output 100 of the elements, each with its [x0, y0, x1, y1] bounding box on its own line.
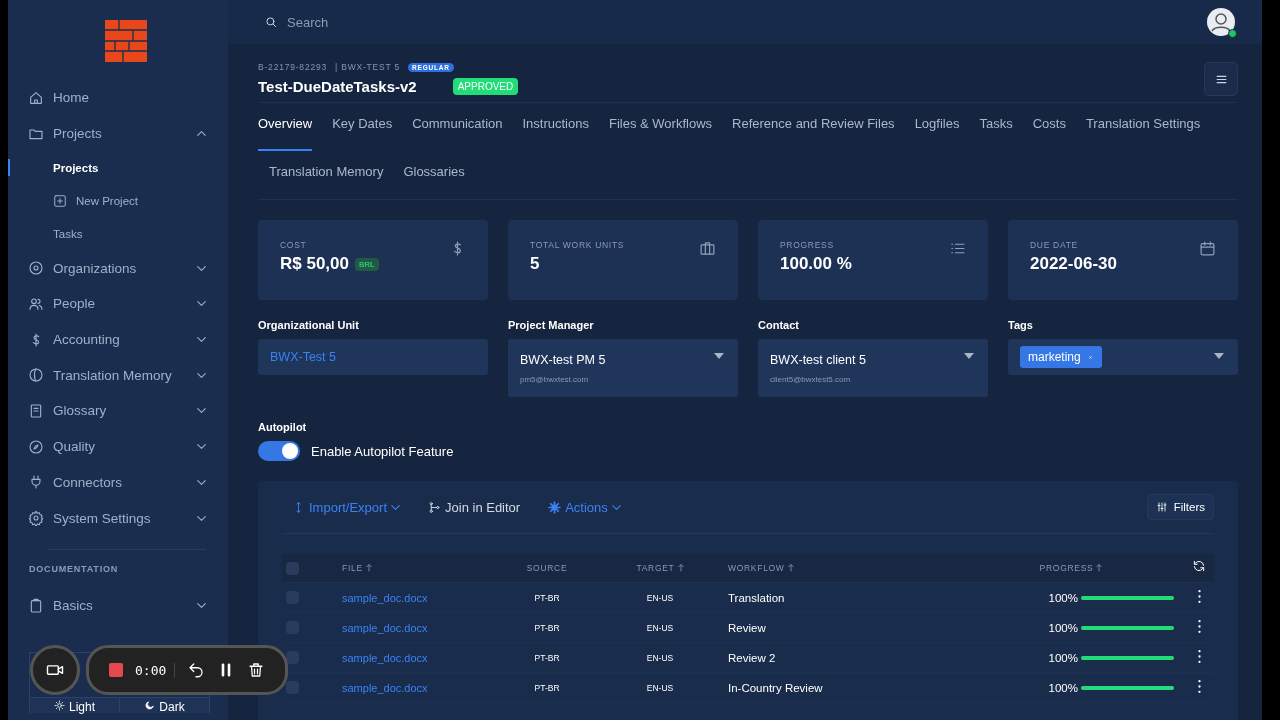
- table-cell-text: EN-US: [645, 592, 675, 603]
- progress-text: 100%: [1048, 651, 1078, 664]
- checkbox[interactable]: [286, 561, 299, 575]
- column-header[interactable]: TARGET: [592, 563, 728, 573]
- avatar-icon[interactable]: [1206, 7, 1236, 37]
- more-icon[interactable]: [1197, 619, 1201, 633]
- toolbar-button[interactable]: Join in Editor: [428, 499, 521, 515]
- theme-button[interactable]: Dark: [119, 696, 209, 713]
- organization-name: | BWX-TEST 5: [335, 62, 401, 72]
- tab[interactable]: Files & Workflows: [609, 103, 713, 151]
- status-badge: APPROVED: [452, 78, 519, 95]
- sidebar-item[interactable]: Projects: [8, 115, 228, 152]
- sidebar-item[interactable]: Quality: [8, 428, 228, 465]
- undo-button[interactable]: [187, 661, 206, 679]
- field-label: Contact: [758, 319, 800, 331]
- caret-icon: [714, 353, 724, 359]
- undo-icon: [187, 661, 206, 679]
- home-icon: [28, 89, 44, 106]
- checkbox[interactable]: [286, 651, 299, 664]
- progress-text: 100%: [1048, 681, 1078, 694]
- project-title: Test-DueDateTasks-v2: [258, 78, 417, 95]
- select-field[interactable]: BWX-test PM 5 pm5@bwxtest.com: [508, 339, 738, 397]
- org-unit-field[interactable]: BWX-Test 5: [258, 339, 488, 375]
- stat-label: PROGRESS: [780, 240, 835, 250]
- tab[interactable]: Logfiles: [914, 103, 960, 151]
- more-icon[interactable]: [1197, 679, 1201, 693]
- calendar-icon: [1199, 240, 1216, 257]
- tab[interactable]: Communication: [412, 103, 503, 151]
- compass-icon: [28, 438, 44, 455]
- more-icon[interactable]: [1197, 649, 1201, 663]
- select-field[interactable]: BWX-test client 5 client5@bwxtest5.com: [758, 339, 988, 397]
- delete-button[interactable]: [247, 661, 266, 679]
- table-cell-text: PT-BR: [533, 682, 561, 693]
- currency-badge: BRL: [355, 257, 379, 271]
- search-field[interactable]: Search: [287, 14, 564, 30]
- tags-field[interactable]: marketing: [1008, 339, 1238, 375]
- logo-icon: [105, 20, 147, 62]
- book-icon: [28, 402, 44, 419]
- remove-icon: [1086, 353, 1094, 361]
- column-header[interactable]: PROGRESS: [958, 563, 1184, 573]
- tab[interactable]: Key Dates: [332, 103, 393, 151]
- sidebar-item[interactable]: Basics: [8, 587, 228, 624]
- refresh-icon: [1192, 559, 1206, 573]
- column-header[interactable]: SOURCE: [502, 563, 592, 573]
- file-link[interactable]: sample_doc.docx: [342, 681, 502, 694]
- sidebar-item[interactable]: Organizations: [8, 250, 228, 287]
- tab[interactable]: Reference and Review Files: [732, 103, 895, 151]
- tab[interactable]: Translation Settings: [1085, 103, 1201, 151]
- target-icon: [28, 260, 44, 277]
- column-header[interactable]: FILE: [342, 563, 502, 573]
- sidebar-item[interactable]: Glossary: [8, 393, 228, 429]
- sidebar-item[interactable]: People: [8, 286, 228, 322]
- toggle-label: Enable Autopilot Feature: [311, 443, 454, 459]
- file-link[interactable]: sample_doc.docx: [342, 621, 502, 634]
- table-cell-text: In-Country Review: [728, 681, 824, 694]
- caret-icon: [964, 353, 974, 359]
- stat-label: COST: [280, 240, 308, 250]
- tab[interactable]: Translation Memory: [269, 151, 384, 199]
- toggle-switch[interactable]: [258, 441, 300, 461]
- field-label: Tags: [1008, 319, 1034, 331]
- stat-label: DUE DATE: [1030, 240, 1079, 250]
- menu-button[interactable]: [1204, 62, 1238, 96]
- tab[interactable]: Instructions: [522, 103, 589, 151]
- caret-icon: [1214, 353, 1224, 359]
- sliders-icon: [1155, 501, 1168, 513]
- stat-value: 100.00 %: [780, 254, 852, 274]
- filters-button[interactable]: Filters: [1146, 494, 1214, 520]
- theme-button[interactable]: Light: [30, 696, 119, 713]
- file-link[interactable]: sample_doc.docx: [342, 591, 502, 604]
- tab[interactable]: Glossaries: [403, 151, 465, 199]
- tag-chip[interactable]: marketing: [1020, 346, 1102, 368]
- toolbar-button[interactable]: Actions: [548, 499, 621, 515]
- field-label: Autopilot: [258, 421, 308, 433]
- table-cell-text: EN-US: [645, 652, 675, 663]
- branch-icon: [428, 500, 442, 514]
- checkbox[interactable]: [286, 681, 299, 694]
- stat-value: 5: [530, 254, 540, 274]
- project-number: B-22179-82293: [258, 62, 327, 72]
- sidebar-subitem[interactable]: Tasks: [8, 217, 228, 251]
- section-heading: DOCUMENTATION: [28, 563, 120, 574]
- column-header[interactable]: WORKFLOW: [728, 563, 958, 573]
- file-link[interactable]: sample_doc.docx: [342, 651, 502, 664]
- tab[interactable]: Costs: [1032, 103, 1066, 151]
- tab[interactable]: Tasks: [979, 103, 1013, 151]
- sidebar-subitem[interactable]: Projects: [8, 151, 228, 185]
- search-icon: [264, 15, 278, 29]
- table-cell-text: Review: [728, 621, 767, 634]
- sidebar-item[interactable]: System Settings: [8, 500, 228, 536]
- sidebar-item[interactable]: Accounting: [8, 321, 228, 358]
- more-icon[interactable]: [1197, 589, 1201, 603]
- tab[interactable]: Overview: [258, 103, 313, 151]
- sidebar-item[interactable]: Home: [8, 80, 228, 116]
- stat-value: 2022-06-30: [1030, 254, 1117, 274]
- sun-icon: [54, 699, 65, 711]
- sidebar-item[interactable]: Connectors: [8, 464, 228, 501]
- toolbar-button[interactable]: Import/Export: [292, 499, 401, 515]
- sidebar-item[interactable]: Translation Memory: [8, 357, 228, 394]
- sidebar-subitem[interactable]: New Project: [8, 184, 228, 218]
- trash-icon: [247, 661, 266, 679]
- moon-icon: [144, 699, 156, 711]
